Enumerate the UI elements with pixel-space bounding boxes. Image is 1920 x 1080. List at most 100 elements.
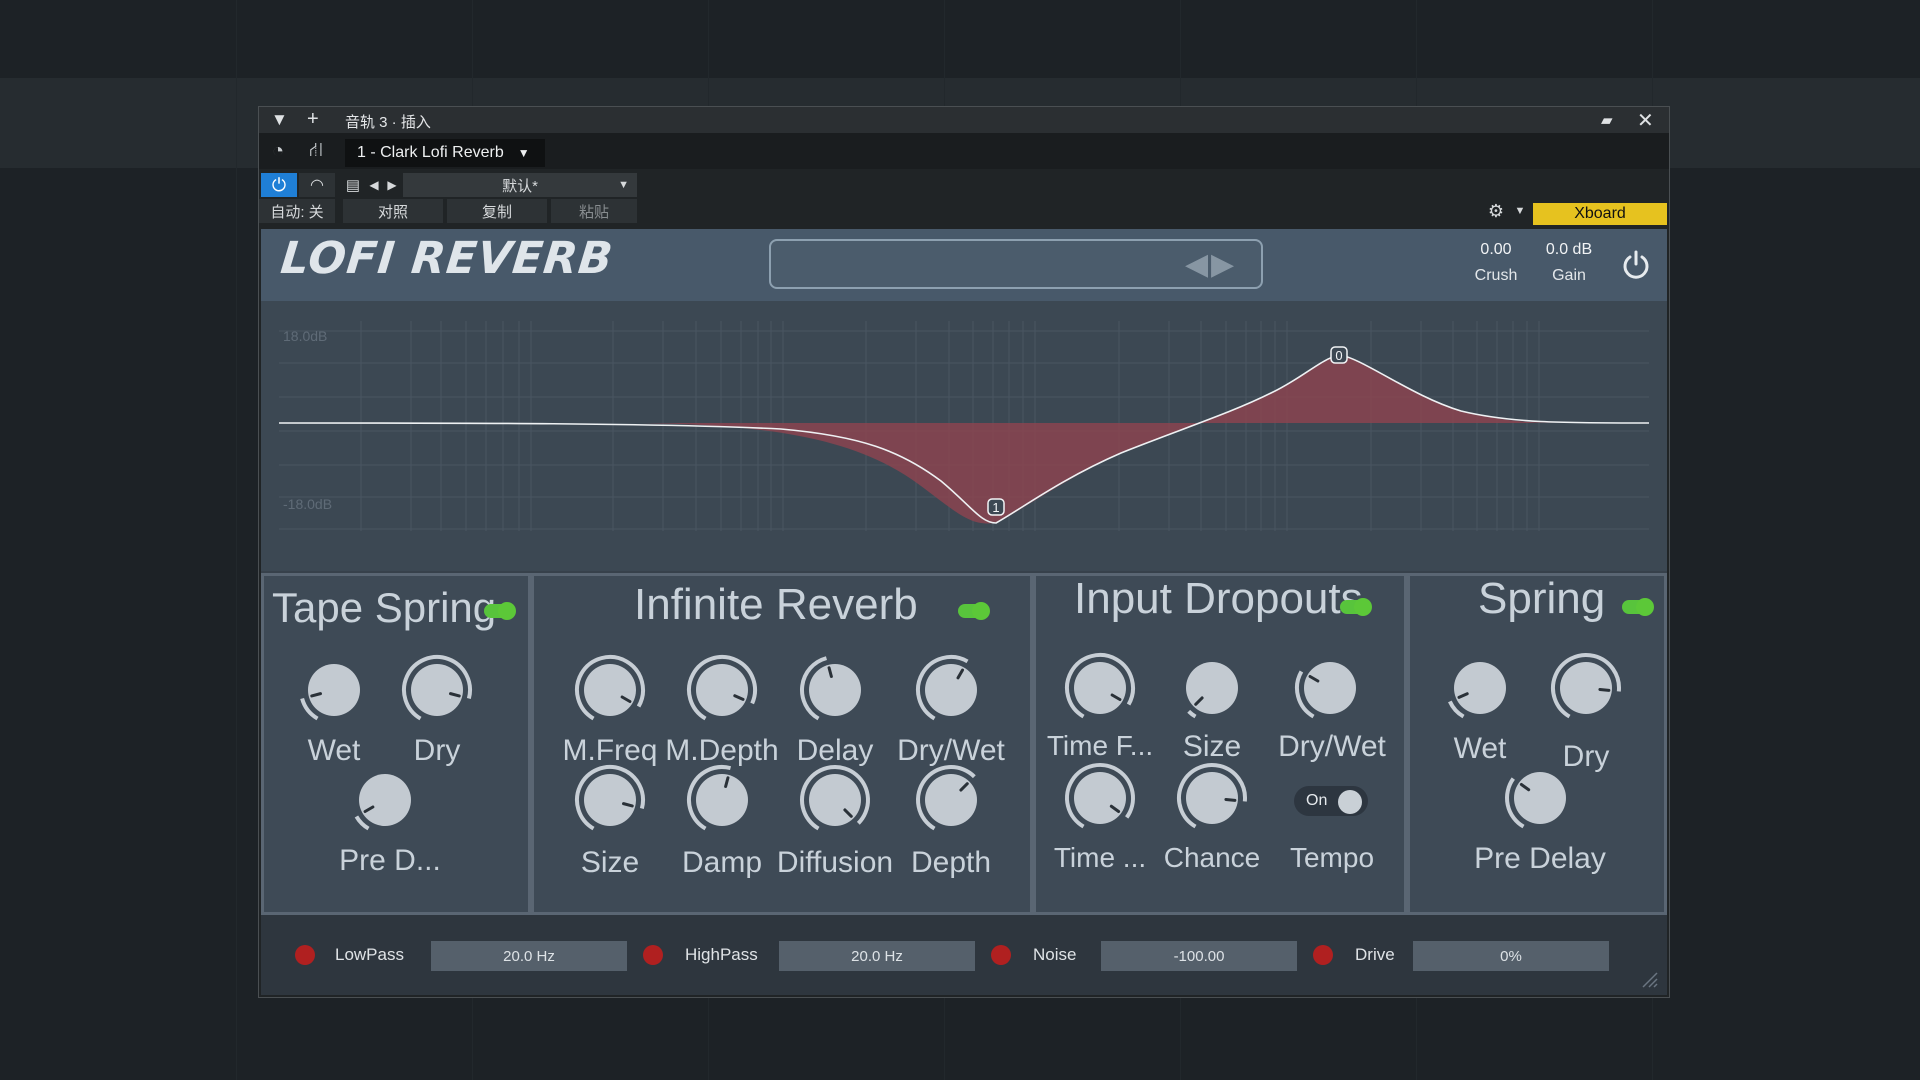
eq-curve-display[interactable]: 18.0dB -18.0dB 0 1 xyxy=(261,301,1667,571)
knob-graphic xyxy=(916,765,977,831)
knob-time[interactable] xyxy=(1064,762,1136,834)
highpass-field[interactable]: 20.0 Hz xyxy=(779,941,975,971)
tempo-sync-toggle[interactable]: On xyxy=(1294,786,1368,816)
gear-icon[interactable]: ⚙ xyxy=(1483,199,1509,223)
preset-name-field[interactable]: 默认* ▼ xyxy=(403,173,637,197)
chevron-down-icon: ▼ xyxy=(618,179,629,191)
input-dropouts-toggle[interactable] xyxy=(1340,598,1372,616)
lofi-reverb-plugin: LOFI REVERB ◀ ▶ 0.00 Crush 0.0 dB Gain 1… xyxy=(261,229,1667,995)
next-arrow-icon[interactable]: ▶ xyxy=(1211,247,1234,282)
eq-node-1[interactable]: 1 xyxy=(987,498,1005,516)
knob-spring-predelay[interactable] xyxy=(1504,762,1576,834)
grid-line xyxy=(236,0,237,1080)
highpass-enable[interactable] xyxy=(643,945,663,965)
knob-damp[interactable] xyxy=(686,764,758,836)
prev-preset-icon[interactable]: ◀ xyxy=(365,173,383,197)
knob-graphic xyxy=(575,765,645,831)
section-input-dropouts: Input Dropouts Time F... Size Dry/Wet Ti… xyxy=(1033,573,1407,915)
eq-bottom-label: -18.0dB xyxy=(283,496,332,512)
svg-text:1: 1 xyxy=(992,500,999,515)
crush-label: Crush xyxy=(1474,267,1518,284)
knob-tape-wet[interactable] xyxy=(298,654,370,726)
knob-mdepth[interactable] xyxy=(686,654,758,726)
eq-fill xyxy=(641,355,1561,524)
knob-tape-predelay[interactable] xyxy=(349,764,421,836)
power-icon[interactable] xyxy=(1621,249,1651,279)
xboard-button[interactable]: Xboard xyxy=(1533,203,1667,225)
knob-mfreq[interactable] xyxy=(574,654,646,726)
knob-graphic xyxy=(1551,653,1621,719)
chevron-down-icon[interactable]: ▼ xyxy=(271,110,288,130)
knob-spring-wet[interactable] xyxy=(1444,652,1516,724)
knob-graphic xyxy=(1295,662,1356,719)
preset-list-icon[interactable]: ▤ xyxy=(343,173,363,197)
eq-top-label: 18.0dB xyxy=(283,328,327,344)
lowpass-field[interactable]: 20.0 Hz xyxy=(431,941,627,971)
knob-label: Depth xyxy=(910,846,992,879)
gain-value[interactable]: 0.0 dB xyxy=(1529,241,1609,259)
automation-button[interactable]: 自动: 关 xyxy=(259,199,335,223)
preset-name: 默认* xyxy=(502,177,538,195)
filter-footer: LowPass 20.0 Hz HighPass 20.0 Hz Noise -… xyxy=(261,915,1667,995)
knob-graphic xyxy=(1065,653,1135,719)
knob-dropout-drywet[interactable] xyxy=(1294,652,1366,724)
noise-label: Noise xyxy=(1033,945,1077,964)
plugin-logo: LOFI REVERB xyxy=(278,233,616,284)
knob-label: Pre D... xyxy=(339,844,441,877)
knob-graphic xyxy=(354,774,411,831)
headphone-icon[interactable]: ◠ xyxy=(299,173,335,197)
infinite-reverb-toggle[interactable] xyxy=(958,602,990,620)
knob-graphic xyxy=(800,656,861,721)
knob-depth[interactable] xyxy=(915,764,987,836)
knob-graphic xyxy=(1505,772,1566,829)
knob-tape-dry[interactable] xyxy=(401,654,473,726)
routing-icon[interactable]: ⛙ xyxy=(301,136,331,166)
knob-graphic xyxy=(1186,662,1238,719)
drive-enable[interactable] xyxy=(1313,945,1333,965)
noise-enable[interactable] xyxy=(991,945,1011,965)
knob-graphic xyxy=(300,664,360,721)
knob-label: Size xyxy=(1182,730,1242,763)
eq-node-0[interactable]: 0 xyxy=(1330,346,1348,364)
paste-button[interactable]: 粘贴 xyxy=(551,199,637,223)
knob-graphic xyxy=(687,765,748,831)
compare-button[interactable]: 对照 xyxy=(343,199,443,223)
knob-spring-dry[interactable] xyxy=(1550,652,1622,724)
toggle-knob xyxy=(1338,790,1362,814)
section-title: Input Dropouts xyxy=(1074,574,1363,623)
crush-value[interactable]: 0.00 xyxy=(1456,241,1536,259)
knob-delay[interactable] xyxy=(799,654,871,726)
knob-graphic xyxy=(916,655,977,721)
preset-display[interactable]: ◀ ▶ xyxy=(769,239,1263,289)
lowpass-enable[interactable] xyxy=(295,945,315,965)
add-icon[interactable]: + xyxy=(307,108,319,131)
knob-dropout-size[interactable] xyxy=(1176,652,1248,724)
power-icon[interactable]: ⏻ xyxy=(261,173,297,197)
knob-graphic xyxy=(402,655,472,721)
plugin-selector[interactable]: 1 - Clark Lofi Reverb ▼ xyxy=(345,139,545,167)
tape-spring-toggle[interactable] xyxy=(484,602,516,620)
svg-text:0: 0 xyxy=(1335,348,1342,363)
section-spring: Spring Wet Dry Pre Delay xyxy=(1407,573,1667,915)
chevron-down-icon[interactable]: ▼ xyxy=(1511,199,1529,223)
copy-button[interactable]: 复制 xyxy=(447,199,547,223)
knob-reverb-size[interactable] xyxy=(574,764,646,836)
knob-chance[interactable] xyxy=(1176,762,1248,834)
eq-graph[interactable]: 18.0dB -18.0dB 0 1 xyxy=(261,301,1667,571)
plugin-header: LOFI REVERB ◀ ▶ 0.00 Crush 0.0 dB Gain xyxy=(261,229,1667,301)
drive-field[interactable]: 0% xyxy=(1413,941,1609,971)
knob-diffusion[interactable] xyxy=(799,764,871,836)
pin-icon[interactable]: ▰ xyxy=(1601,111,1613,129)
bypass-dial-icon[interactable]: ◔ xyxy=(263,136,293,166)
knob-label: Pre Delay xyxy=(1474,842,1606,875)
noise-field[interactable]: -100.00 xyxy=(1101,941,1297,971)
spring-toggle[interactable] xyxy=(1622,598,1654,616)
gain-label: Gain xyxy=(1552,267,1586,284)
knob-graphic xyxy=(575,655,645,721)
knob-reverb-drywet[interactable] xyxy=(915,654,987,726)
knob-time-f[interactable] xyxy=(1064,652,1136,724)
next-preset-icon[interactable]: ▶ xyxy=(383,173,401,197)
prev-arrow-icon[interactable]: ◀ xyxy=(1185,247,1208,282)
close-icon[interactable]: ✕ xyxy=(1637,108,1654,133)
resize-grip-icon[interactable] xyxy=(1639,969,1659,989)
